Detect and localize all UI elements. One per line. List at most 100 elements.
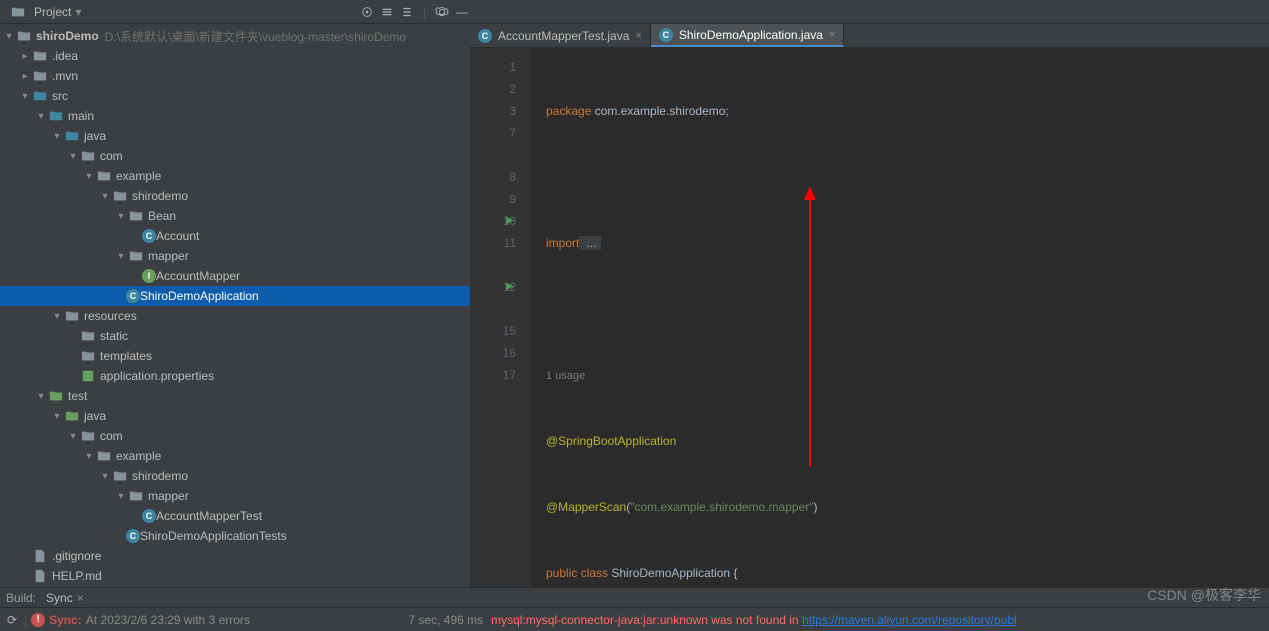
tree-label: mapper bbox=[148, 249, 189, 263]
tree-arrow[interactable]: ▾ bbox=[116, 251, 126, 262]
code-content[interactable]: package com.example.shirodemo; import ..… bbox=[530, 48, 1269, 587]
run-icon[interactable]: ▶ bbox=[506, 210, 514, 232]
tree-label: Bean bbox=[148, 209, 176, 223]
tree-label: example bbox=[116, 449, 161, 463]
folder-icon bbox=[128, 208, 144, 224]
tree-arrow[interactable]: ▾ bbox=[52, 411, 62, 422]
properties-icon bbox=[80, 368, 96, 384]
file-icon bbox=[32, 568, 48, 584]
tree-arrow[interactable]: ▾ bbox=[84, 451, 94, 462]
folder-icon bbox=[48, 388, 64, 404]
tree-item[interactable]: ▾ Bean bbox=[0, 206, 470, 226]
module-icon bbox=[16, 28, 32, 44]
tree-arrow[interactable]: ▾ bbox=[116, 491, 126, 502]
close-icon[interactable]: × bbox=[635, 30, 641, 42]
tree-item[interactable]: ▾ src bbox=[0, 86, 470, 106]
tree-arrow[interactable]: ▾ bbox=[52, 131, 62, 142]
tree-label: .idea bbox=[52, 49, 78, 63]
tree-arrow[interactable]: ▾ bbox=[84, 171, 94, 182]
folder-icon bbox=[64, 408, 80, 424]
build-panel-header[interactable]: Build: Sync × bbox=[0, 587, 1269, 607]
editor-tabs: C AccountMapperTest.java × C ShiroDemoAp… bbox=[470, 24, 1269, 48]
tab-account-mapper-test[interactable]: C AccountMapperTest.java × bbox=[470, 24, 651, 47]
run-icon[interactable]: ▶ bbox=[506, 276, 514, 298]
tree-arrow[interactable]: ▸ bbox=[20, 71, 30, 82]
class-icon: C bbox=[478, 29, 492, 43]
folder-icon bbox=[112, 188, 128, 204]
tree-arrow[interactable]: ▾ bbox=[68, 431, 78, 442]
tree-item[interactable]: ▾com bbox=[0, 146, 470, 166]
chevron-down-icon[interactable]: ▾ bbox=[75, 5, 81, 19]
tree-item[interactable]: ▾com bbox=[0, 426, 470, 446]
collapse-all-icon[interactable] bbox=[399, 4, 415, 20]
tree-item[interactable]: templates bbox=[0, 346, 470, 366]
tree-arrow[interactable]: ▾ bbox=[36, 391, 46, 402]
code-editor[interactable]: 1237 89 10▶ 11 12▶ 151617 package com.ex… bbox=[470, 48, 1269, 587]
tree-item[interactable]: ▾ shirodemo bbox=[0, 186, 470, 206]
tree-item[interactable]: ▾ mapper bbox=[0, 486, 470, 506]
tree-arrow[interactable]: ▾ bbox=[20, 91, 30, 102]
folder-icon bbox=[64, 128, 80, 144]
tree-item[interactable]: HELP.md bbox=[0, 566, 470, 586]
tree-arrow[interactable]: ▾ bbox=[100, 471, 110, 482]
top-toolbar: Project ▾ | — bbox=[0, 0, 1269, 24]
sync-tab[interactable]: Sync bbox=[46, 591, 73, 605]
tree-item[interactable]: static bbox=[0, 326, 470, 346]
tree-item[interactable]: ▾ mapper bbox=[0, 246, 470, 266]
tree-item[interactable]: IAccountMapper bbox=[0, 266, 470, 286]
tree-root[interactable]: ▾ shiroDemo D:\系统默认\桌面\新建文件夹\vueblog-mas… bbox=[0, 26, 470, 46]
tree-item[interactable]: ▾test bbox=[0, 386, 470, 406]
tree-item[interactable]: CShiroDemoApplicationTests bbox=[0, 526, 470, 546]
tree-label: Account bbox=[156, 229, 199, 243]
folder-icon bbox=[112, 468, 128, 484]
error-link[interactable]: https://maven.aliyun.com/repository/publ bbox=[802, 613, 1017, 627]
tree-item[interactable]: ▾ shirodemo bbox=[0, 466, 470, 486]
folder-icon bbox=[32, 88, 48, 104]
tree-item[interactable]: ▾ java bbox=[0, 126, 470, 146]
close-icon[interactable]: × bbox=[77, 591, 84, 605]
class-icon: C bbox=[142, 229, 156, 243]
sync-status-label: Sync: bbox=[49, 613, 82, 627]
folder-icon bbox=[96, 168, 112, 184]
tree-item[interactable]: ▾java bbox=[0, 406, 470, 426]
tree-item[interactable]: ▾resources bbox=[0, 306, 470, 326]
tree-item[interactable]: CAccountMapperTest bbox=[0, 506, 470, 526]
tree-item[interactable]: .gitignore bbox=[0, 546, 470, 566]
tree-label: example bbox=[116, 169, 161, 183]
refresh-icon[interactable]: ⟳ bbox=[0, 613, 24, 627]
tree-item[interactable]: ▾main bbox=[0, 106, 470, 126]
minimize-icon[interactable]: — bbox=[454, 4, 470, 20]
tree-item[interactable]: ▸ .idea bbox=[0, 46, 470, 66]
folder-icon bbox=[96, 448, 112, 464]
folder-icon bbox=[80, 428, 96, 444]
tree-label: java bbox=[84, 129, 106, 143]
class-icon: C bbox=[126, 289, 140, 303]
tree-arrow[interactable]: ▸ bbox=[20, 51, 30, 62]
tree-label: src bbox=[52, 89, 68, 103]
tree-label: ShiroDemoApplicationTests bbox=[140, 529, 287, 543]
class-icon: C bbox=[126, 529, 140, 543]
tree-item[interactable]: CShiroDemoApplication bbox=[0, 286, 470, 306]
tree-arrow[interactable]: ▾ bbox=[52, 311, 62, 322]
expand-all-icon[interactable] bbox=[379, 4, 395, 20]
target-icon[interactable] bbox=[359, 4, 375, 20]
error-message: mysql:mysql-connector-java:jar:unknown w… bbox=[491, 613, 1017, 627]
project-label[interactable]: Project bbox=[34, 5, 71, 19]
gear-icon[interactable] bbox=[434, 4, 450, 20]
project-tree[interactable]: ▾ shiroDemo D:\系统默认\桌面\新建文件夹\vueblog-mas… bbox=[0, 24, 470, 587]
tree-item[interactable]: application.properties bbox=[0, 366, 470, 386]
tab-shiro-demo-application[interactable]: C ShiroDemoApplication.java × bbox=[651, 24, 845, 47]
tree-item[interactable]: ▸.mvn bbox=[0, 66, 470, 86]
tree-label: shirodemo bbox=[132, 189, 188, 203]
tree-arrow[interactable]: ▾ bbox=[100, 191, 110, 202]
tree-arrow[interactable]: ▾ bbox=[68, 151, 78, 162]
tree-arrow[interactable]: ▾ bbox=[36, 111, 46, 122]
tree-label: shirodemo bbox=[132, 469, 188, 483]
folder-icon bbox=[80, 328, 96, 344]
close-icon[interactable]: × bbox=[829, 29, 835, 41]
tree-item[interactable]: ▾ example bbox=[0, 446, 470, 466]
tree-arrow[interactable]: ▾ bbox=[116, 211, 126, 222]
tree-item[interactable]: CAccount bbox=[0, 226, 470, 246]
tree-item[interactable]: ▾ example bbox=[0, 166, 470, 186]
tree-label: mapper bbox=[148, 489, 189, 503]
